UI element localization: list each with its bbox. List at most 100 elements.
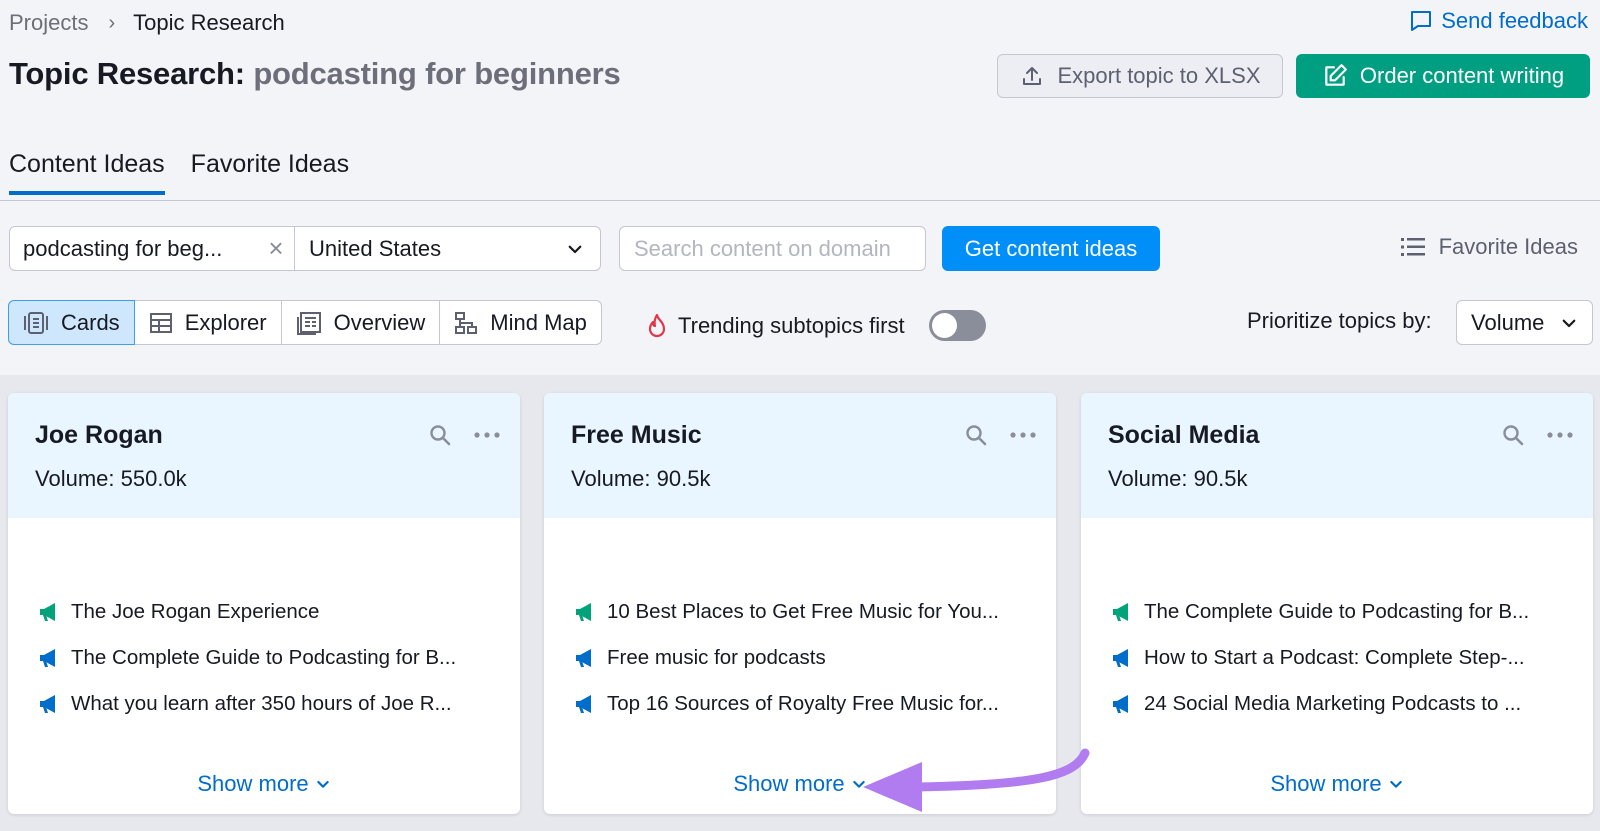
megaphone-icon [1113,603,1128,621]
headline-text: Top 16 Sources of Royalty Free Music for… [607,692,999,715]
show-more-label: Show more [1270,771,1382,796]
card-volume-label: Volume: [35,466,115,491]
card-headline-list: The Joe Rogan Experience The Complete Gu… [37,589,490,727]
list-item[interactable]: What you learn after 350 hours of Joe R.… [37,681,490,727]
breadcrumb-current: Topic Research [133,10,285,35]
view-explorer-label: Explorer [184,309,267,335]
megaphone-icon [1113,649,1128,667]
headline-text: Free music for podcasts [607,646,826,669]
card-actions [1501,423,1573,447]
megaphone-icon [576,603,591,621]
page-title-topic: podcasting for beginners [253,56,621,91]
list-item[interactable]: The Complete Guide to Podcasting for B..… [1110,589,1563,635]
view-cards-button[interactable]: Cards [8,300,135,345]
headline-text: 24 Social Media Marketing Podcasts to ..… [1144,692,1522,715]
topic-card: Joe Rogan Volume: 550.0k The Joe Rogan E… [8,393,520,814]
table-icon [149,312,172,333]
view-cards-label: Cards [61,309,120,335]
search-group: podcasting for beg... × United States [9,226,601,271]
card-volume: Volume: 90.5k [1108,466,1593,492]
card-volume: Volume: 550.0k [35,466,520,492]
prioritize-select[interactable]: Volume [1456,300,1593,345]
chevron-down-icon [1389,780,1402,788]
tab-content-ideas[interactable]: Content Ideas [9,150,165,195]
card-actions [428,423,500,447]
card-header: Joe Rogan Volume: 550.0k [8,393,520,518]
card-header: Social Media Volume: 90.5k [1081,393,1593,518]
headline-text: How to Start a Podcast: Complete Step-..… [1144,646,1525,669]
view-overview-button[interactable]: Overview [280,300,441,345]
more-icon[interactable] [474,431,500,439]
favorite-ideas-label: Favorite Ideas [1438,234,1578,259]
topic-card: Social Media Volume: 90.5k The Complete … [1081,393,1593,814]
view-mind-map-button[interactable]: Mind Map [439,300,602,345]
favorite-ideas-link[interactable]: Favorite Ideas [1400,234,1578,260]
prioritize-label: Prioritize topics by: [1247,308,1432,333]
search-icon[interactable] [428,423,452,447]
send-feedback-link[interactable]: Send feedback [1409,8,1588,34]
list-item[interactable]: How to Start a Podcast: Complete Step-..… [1110,635,1563,681]
search-icon[interactable] [1501,423,1525,447]
fire-icon [648,313,666,337]
card-headline-list: The Complete Guide to Podcasting for B..… [1110,589,1563,727]
order-content-button[interactable]: Order content writing [1296,54,1590,98]
export-xlsx-label: Export topic to XLSX [1057,63,1261,88]
view-overview-label: Overview [333,309,426,335]
chevron-down-icon [568,245,582,253]
list-item[interactable]: Top 16 Sources of Royalty Free Music for… [573,681,1026,727]
headline-text: The Complete Guide to Podcasting for B..… [71,646,457,669]
card-volume-label: Volume: [1108,466,1188,491]
country-value: United States [309,235,442,261]
page-title-prefix: Topic Research: [9,56,245,91]
breadcrumb-projects-link[interactable]: Projects [9,10,88,36]
more-icon[interactable] [1010,431,1036,439]
list-item[interactable]: 10 Best Places to Get Free Music for You… [573,589,1026,635]
headline-text: What you learn after 350 hours of Joe R.… [71,692,452,715]
more-icon[interactable] [1547,431,1573,439]
list-item[interactable]: The Joe Rogan Experience [37,589,490,635]
show-more-label: Show more [733,771,845,796]
show-more-button[interactable]: Show more [8,771,520,797]
list-item[interactable]: The Complete Guide to Podcasting for B..… [37,635,490,681]
card-volume-value: 90.5k [1193,466,1248,491]
toggle-knob [931,313,957,338]
card-volume-label: Volume: [571,466,651,491]
list-item[interactable]: 24 Social Media Marketing Podcasts to ..… [1110,681,1563,727]
view-switcher: Cards Explorer Overview Mind Map [8,300,602,345]
domain-search-input[interactable] [619,226,926,271]
list-item[interactable]: Free music for podcasts [573,635,1026,681]
headline-text: The Joe Rogan Experience [71,600,320,623]
list-icon [1400,238,1425,256]
clear-icon[interactable]: × [258,233,294,264]
trending-toggle-group: Trending subtopics first [646,310,986,341]
card-actions [964,423,1036,447]
megaphone-icon [40,695,55,713]
feedback-icon [1411,11,1432,31]
trending-label: Trending subtopics first [678,312,905,338]
edit-icon [1325,64,1347,86]
chevron-down-icon [316,780,329,788]
upload-icon [1022,67,1041,85]
show-more-label: Show more [197,771,309,796]
card-volume-value: 550.0k [120,466,187,491]
cards-icon [24,311,48,334]
tab-favorite-ideas[interactable]: Favorite Ideas [191,150,349,195]
prioritize-value: Volume [1471,309,1545,335]
view-mind-map-label: Mind Map [490,309,587,335]
country-select[interactable]: United States [295,227,600,270]
breadcrumb: Projects › Topic Research [9,10,285,36]
export-xlsx-button[interactable]: Export topic to XLSX [997,54,1283,98]
trending-toggle[interactable] [928,310,986,341]
keyword-field[interactable]: podcasting for beg... × [10,227,295,270]
show-more-button[interactable]: Show more [1081,771,1593,797]
megaphone-icon [40,649,55,667]
get-content-ideas-button[interactable]: Get content ideas [942,226,1160,271]
search-icon[interactable] [964,423,988,447]
view-explorer-button[interactable]: Explorer [133,300,282,345]
headline-text: 10 Best Places to Get Free Music for You… [607,600,999,623]
card-headline-list: 10 Best Places to Get Free Music for You… [573,589,1026,727]
annotation-arrow [863,748,1090,812]
tabs-divider [0,200,1600,201]
chevron-down-icon [1562,319,1576,327]
chevron-right-icon: › [108,11,116,34]
